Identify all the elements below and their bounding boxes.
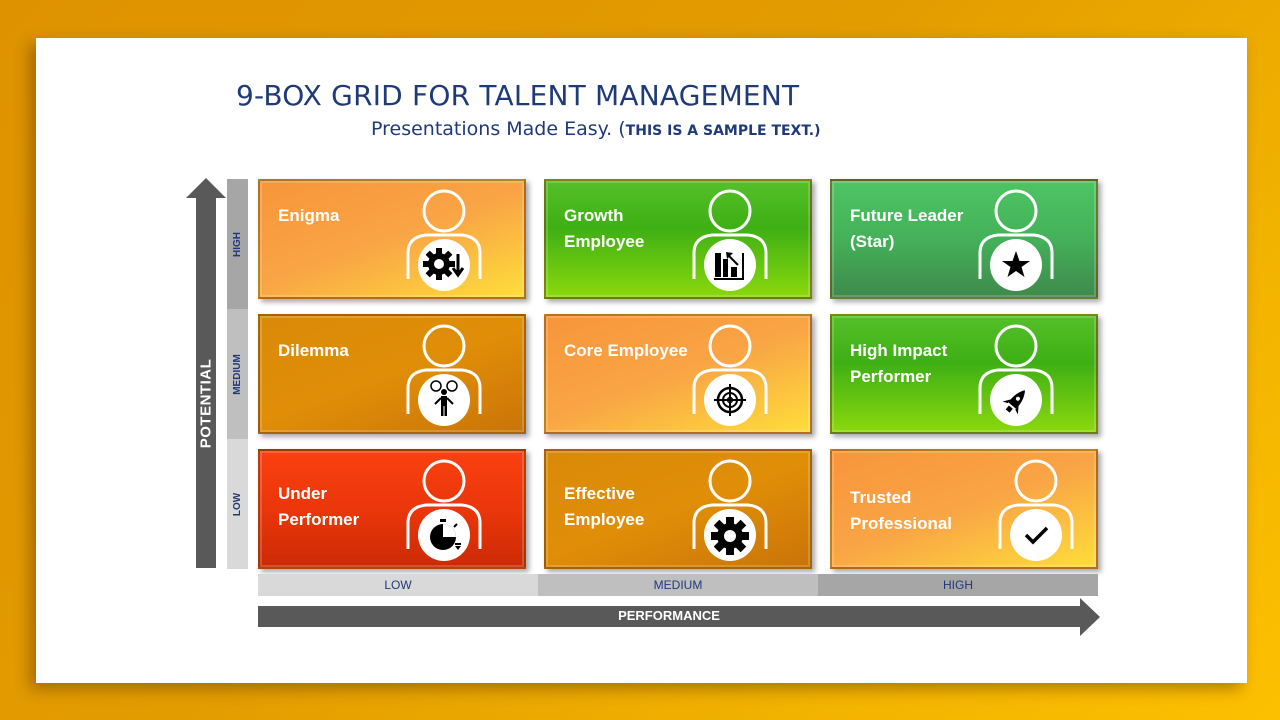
potential-low: LOW <box>227 439 248 569</box>
page-subtitle: Presentations Made Easy. (THIS IS A SAMP… <box>371 118 821 140</box>
gear-icon <box>711 517 749 555</box>
box-dilemma: Dilemma <box>258 314 526 434</box>
box-under-performer: Under Performer <box>258 449 526 569</box>
box-trusted-professional: Trusted Professional <box>830 449 1098 569</box>
person-icon <box>978 324 1054 426</box>
person-icon <box>998 459 1074 561</box>
box-label: Dilemma <box>278 341 349 360</box>
box-effective-employee: Effective Employee <box>544 449 812 569</box>
slide: 9-BOX GRID FOR TALENT MANAGEMENT Present… <box>36 38 1247 683</box>
potential-medium: MEDIUM <box>227 309 248 439</box>
box-enigma: Enigma <box>258 179 526 299</box>
box-high-impact-performer: High Impact Performer <box>830 314 1098 434</box>
person-icon <box>406 459 482 561</box>
subtitle-text: Presentations Made Easy. ( <box>371 118 626 140</box>
box-future-leader: Future Leader (Star) <box>830 179 1098 299</box>
performance-low: LOW <box>258 574 538 596</box>
potential-medium-label: MEDIUM <box>232 353 243 395</box>
person-icon <box>692 189 768 291</box>
box-label: Enigma <box>278 206 340 225</box>
box-label: Core Employee <box>564 341 688 360</box>
subtitle-caps: THIS IS A SAMPLE TEXT.) <box>625 123 821 139</box>
potential-high: HIGH <box>227 179 248 309</box>
person-icon <box>406 324 482 426</box>
box-core-employee: Core Employee <box>544 314 812 434</box>
box-label: Future Leader (Star) <box>850 206 964 251</box>
person-icon <box>692 459 768 561</box>
box-growth-employee: Growth Employee <box>544 179 812 299</box>
performance-scale: LOW MEDIUM HIGH <box>258 574 1098 596</box>
potential-scale: HIGH MEDIUM LOW <box>227 179 248 569</box>
box-label: High Impact Performer <box>850 341 948 386</box>
potential-low-label: LOW <box>232 492 244 516</box>
potential-axis-label-wrap: POTENTIAL <box>184 178 228 568</box>
box-label: Trusted Professional <box>850 488 953 533</box>
person-icon <box>978 189 1054 291</box>
performance-axis-label: PERFORMANCE <box>618 607 720 623</box>
box-label: Under Performer <box>278 484 360 529</box>
performance-high: HIGH <box>818 574 1098 596</box>
box-label: Growth Employee <box>564 206 645 251</box>
person-icon <box>692 324 768 426</box>
potential-axis-label: POTENTIAL <box>197 358 215 448</box>
page-title: 9-BOX GRID FOR TALENT MANAGEMENT <box>236 79 800 112</box>
performance-medium: MEDIUM <box>538 574 818 596</box>
potential-high-label: HIGH <box>232 231 243 257</box>
person-icon <box>406 189 482 291</box>
box-label: Effective Employee <box>564 484 645 529</box>
